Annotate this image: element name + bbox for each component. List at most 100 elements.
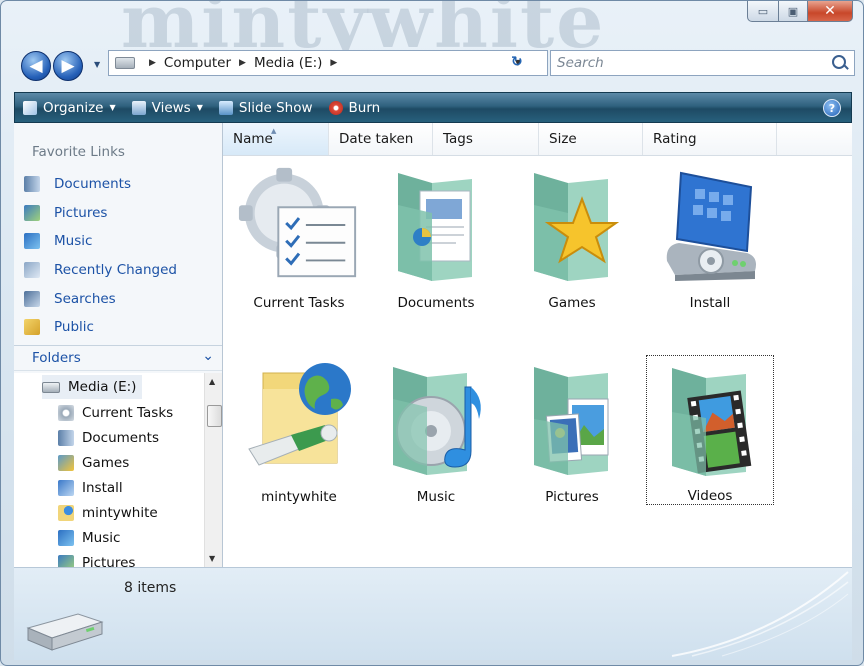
breadcrumb-arrow-icon[interactable]: ▶: [149, 58, 156, 68]
column-size[interactable]: Size: [539, 123, 643, 155]
tree-item-games[interactable]: Games: [58, 451, 129, 475]
command-toolbar: Organize ▼ Views ▼ Slide Show Burn ?: [14, 92, 852, 123]
folder-tree: Media (E:) Current Tasks Documents Games…: [14, 373, 204, 567]
documents-icon: [58, 430, 74, 446]
fav-item-label: Pictures: [54, 205, 108, 221]
tree-item-install[interactable]: Install: [58, 476, 123, 500]
folders-header[interactable]: Folders ⌄: [14, 345, 222, 371]
item-videos[interactable]: Videos: [646, 355, 774, 505]
burn-label: Burn: [348, 99, 381, 116]
tree-item-label: mintywhite: [82, 505, 158, 521]
music-icon: [58, 530, 74, 546]
refresh-icon[interactable]: ↻: [511, 54, 523, 70]
drive-large-icon: [24, 606, 104, 652]
navigation-bar: ◀ ▶ ▼ ▶ Computer ▶ Media (E:) ▶ ▼ ↻ Sear…: [15, 49, 855, 81]
item-pictures[interactable]: Pictures: [508, 353, 636, 505]
item-label: Music: [416, 489, 456, 505]
recently-changed-icon: [24, 262, 40, 278]
address-bar[interactable]: ▶ Computer ▶ Media (E:) ▶ ▼: [108, 50, 548, 76]
install-icon: [646, 165, 774, 283]
column-headers: ▲ Name Date taken Tags Size Rating: [223, 123, 852, 156]
forward-button[interactable]: ▶: [53, 51, 83, 81]
item-games[interactable]: Games: [508, 159, 636, 311]
item-install[interactable]: Install: [646, 159, 774, 311]
tree-item-label: Pictures: [82, 555, 136, 567]
column-label: Rating: [653, 131, 697, 147]
tree-item-documents[interactable]: Documents: [58, 426, 159, 450]
help-icon[interactable]: ?: [823, 99, 841, 117]
favorite-links-title: Favorite Links: [32, 144, 125, 160]
explorer-window: mintywhite ▭ ▣ ✕ ◀ ▶ ▼ ▶ Computer ▶ Medi…: [0, 0, 864, 666]
column-tags[interactable]: Tags: [433, 123, 539, 155]
item-label: Games: [548, 295, 596, 311]
column-date-taken[interactable]: Date taken: [329, 123, 433, 155]
tasks-icon: [235, 165, 363, 283]
music-icon: [24, 233, 40, 249]
item-label: Videos: [687, 488, 733, 504]
search-icon[interactable]: [832, 55, 846, 69]
games-folder-icon: [508, 165, 636, 283]
breadcrumb-arrow-icon[interactable]: ▶: [330, 58, 337, 68]
tree-item-label: Documents: [82, 430, 159, 446]
mintywhite-folder-icon: [235, 359, 363, 477]
organize-button[interactable]: Organize ▼: [15, 93, 124, 122]
searches-icon: [24, 291, 40, 307]
views-button[interactable]: Views ▼: [124, 93, 211, 122]
file-list: ▲ Name Date taken Tags Size Rating Curre…: [223, 123, 852, 567]
organize-label: Organize: [43, 99, 104, 116]
breadcrumb-media[interactable]: Media (E:): [254, 55, 322, 71]
column-name[interactable]: ▲ Name: [223, 123, 329, 155]
slideshow-button[interactable]: Slide Show: [211, 93, 321, 122]
tree-scrollbar[interactable]: ▲ ▼: [204, 373, 222, 567]
tree-item-music[interactable]: Music: [58, 526, 120, 550]
fav-item-recently-changed[interactable]: Recently Changed: [24, 259, 177, 281]
chevron-down-icon: ▼: [196, 103, 203, 112]
close-button[interactable]: ✕: [808, 1, 853, 22]
drive-icon: [42, 381, 60, 393]
burn-button[interactable]: Burn: [321, 93, 389, 122]
item-label: Pictures: [545, 489, 599, 505]
item-label: mintywhite: [261, 489, 337, 505]
column-rating[interactable]: Rating: [643, 123, 777, 155]
scroll-down-icon[interactable]: ▼: [209, 554, 215, 563]
decorative-swoosh: [671, 571, 849, 657]
slideshow-icon: [218, 100, 233, 115]
item-count: 8 items: [124, 580, 177, 596]
item-current-tasks[interactable]: Current Tasks: [235, 159, 363, 311]
column-label: Size: [549, 131, 577, 147]
scroll-up-icon[interactable]: ▲: [209, 377, 215, 386]
item-mintywhite[interactable]: mintywhite: [235, 353, 363, 505]
fav-item-documents[interactable]: Documents: [24, 173, 131, 195]
item-music[interactable]: Music: [372, 353, 500, 505]
column-label: Name: [233, 131, 273, 147]
search-placeholder: Search: [557, 55, 604, 71]
breadcrumb-arrow-icon[interactable]: ▶: [239, 58, 246, 68]
tree-item-label: Current Tasks: [82, 405, 174, 421]
minimize-button[interactable]: ▭: [747, 1, 779, 22]
recent-pages-dropdown-icon[interactable]: ▼: [94, 60, 100, 69]
tree-item-pictures[interactable]: Pictures: [58, 551, 135, 567]
videos-folder-icon: [647, 360, 773, 478]
slideshow-label: Slide Show: [238, 99, 313, 116]
maximize-button[interactable]: ▣: [779, 1, 808, 22]
item-label: Install: [689, 295, 731, 311]
documents-icon: [24, 176, 40, 192]
views-label: Views: [151, 99, 191, 116]
fav-item-label: Public: [54, 319, 94, 335]
tree-item-current-tasks[interactable]: Current Tasks: [58, 401, 173, 425]
breadcrumb-computer[interactable]: Computer: [164, 55, 231, 71]
install-icon: [58, 480, 74, 496]
search-input[interactable]: Search: [550, 50, 855, 76]
back-button[interactable]: ◀: [21, 51, 51, 81]
fav-item-pictures[interactable]: Pictures: [24, 202, 107, 224]
fav-item-public[interactable]: Public: [24, 316, 94, 338]
tree-item-media[interactable]: Media (E:): [42, 375, 143, 399]
public-folder-icon: [24, 319, 40, 335]
item-documents[interactable]: Documents: [372, 159, 500, 311]
mintywhite-icon: [58, 505, 74, 521]
scrollbar-thumb[interactable]: [207, 405, 222, 427]
fav-item-music[interactable]: Music: [24, 230, 92, 252]
chevron-down-icon[interactable]: ⌄: [202, 348, 214, 364]
fav-item-searches[interactable]: Searches: [24, 288, 116, 310]
tree-item-mintywhite[interactable]: mintywhite: [58, 501, 158, 525]
